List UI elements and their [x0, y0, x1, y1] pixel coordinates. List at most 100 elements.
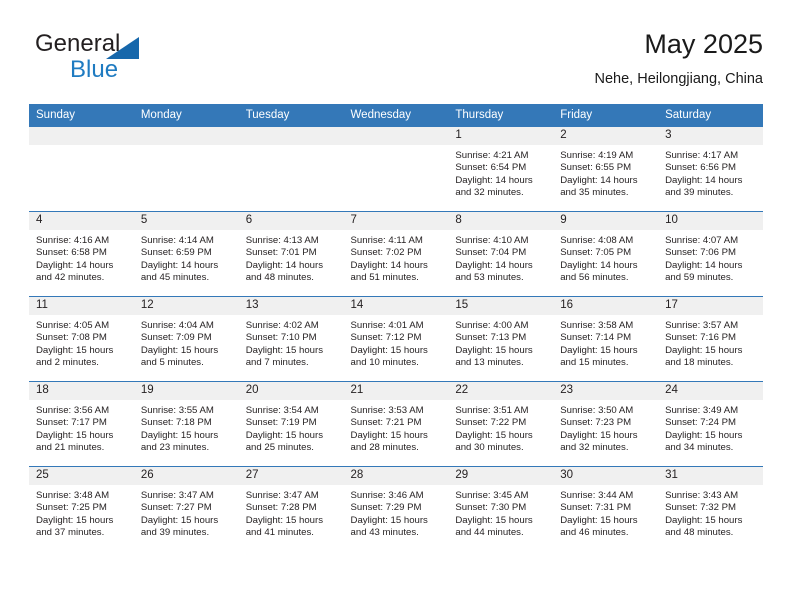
sunrise-text: Sunrise: 3:54 AM — [245, 405, 319, 416]
daylight-text: Daylight: 14 hours and 42 minutes. — [36, 259, 114, 284]
calendar-day-cell[interactable]: 23 Sunrise: 3:50 AM Sunset: 7:23 PM Dayligh… — [553, 381, 659, 467]
daylight-text: Daylight: 15 hours and 34 minutes. — [665, 429, 743, 454]
sunrise-text: Sunrise: 3:57 AM — [665, 320, 739, 331]
calendar-day-cell[interactable]: 17 Sunrise: 3:57 AM Sunset: 7:16 PM Dayligh… — [658, 296, 763, 382]
calendar-day-cell[interactable]: 22 Sunrise: 3:51 AM Sunset: 7:22 PM Dayligh… — [448, 381, 554, 467]
calendar-day-cell[interactable]: 3 Sunrise: 4:17 AM Sunset: 6:56 PM Daylight… — [658, 126, 763, 212]
calendar-day-cell[interactable]: 31 Sunrise: 3:43 AM Sunset: 7:32 PM Dayligh… — [658, 466, 763, 552]
day-number: 24 — [658, 382, 763, 400]
calendar-empty-cell — [238, 126, 344, 212]
day-details: Sunrise: 4:02 AM Sunset: 7:10 PM Daylight:… — [239, 315, 344, 370]
day-number — [29, 127, 134, 145]
day-number: 18 — [29, 382, 134, 400]
calendar-empty-cell — [133, 126, 239, 212]
daylight-text: Daylight: 15 hours and 41 minutes. — [245, 514, 324, 539]
calendar-day-cell[interactable]: 12 Sunrise: 4:04 AM Sunset: 7:09 PM Dayligh… — [133, 296, 239, 382]
calendar-day-cell[interactable]: 19 Sunrise: 3:55 AM Sunset: 7:18 PM Dayligh… — [133, 381, 239, 467]
calendar-day-cell[interactable]: 27 Sunrise: 3:47 AM Sunset: 7:28 PM Dayligh… — [238, 466, 344, 552]
sunset-text: Sunset: 6:59 PM — [140, 247, 212, 259]
general-blue-logo[interactable]: General Blue — [35, 30, 245, 92]
weekday-header-row: Sunday Monday Tuesday Wednesday Thursday… — [29, 104, 763, 127]
weekday-header-wednesday: Wednesday — [343, 104, 449, 127]
day-details: Sunrise: 3:47 AM Sunset: 7:27 PM Daylight:… — [134, 485, 239, 540]
day-details: Sunrise: 4:07 AM Sunset: 7:06 PM Daylight:… — [658, 230, 763, 285]
calendar-week-row: 18 Sunrise: 3:56 AM Sunset: 7:17 PM Dayligh… — [29, 381, 763, 467]
sunrise-text: Sunrise: 3:51 AM — [455, 405, 529, 416]
day-details: Sunrise: 4:05 AM Sunset: 7:08 PM Daylight:… — [29, 315, 134, 370]
day-number: 27 — [238, 467, 344, 485]
weekday-header-sunday: Sunday — [29, 104, 134, 127]
calendar-day-cell[interactable]: 14 Sunrise: 4:01 AM Sunset: 7:12 PM Dayligh… — [343, 296, 449, 382]
daylight-text: Daylight: 14 hours and 48 minutes. — [245, 259, 324, 284]
day-number: 30 — [553, 467, 659, 485]
sunset-text: Sunset: 6:54 PM — [455, 162, 527, 174]
calendar-day-cell[interactable]: 10 Sunrise: 4:07 AM Sunset: 7:06 PM Dayligh… — [658, 211, 763, 297]
sunrise-text: Sunrise: 4:14 AM — [140, 235, 214, 246]
day-number: 28 — [343, 467, 449, 485]
day-number: 5 — [133, 212, 239, 230]
calendar-day-cell[interactable]: 28 Sunrise: 3:46 AM Sunset: 7:29 PM Dayligh… — [343, 466, 449, 552]
sunset-text: Sunset: 7:01 PM — [245, 247, 317, 259]
sunset-text: Sunset: 7:08 PM — [36, 332, 107, 344]
sunset-text: Sunset: 6:56 PM — [665, 162, 736, 174]
calendar-day-cell[interactable]: 8 Sunrise: 4:10 AM Sunset: 7:04 PM Daylight… — [448, 211, 554, 297]
daylight-text: Daylight: 15 hours and 43 minutes. — [350, 514, 428, 539]
day-details: Sunrise: 3:45 AM Sunset: 7:30 PM Daylight:… — [448, 485, 553, 540]
calendar-day-cell[interactable]: 9 Sunrise: 4:08 AM Sunset: 7:05 PM Daylight… — [553, 211, 659, 297]
day-number: 1 — [448, 127, 554, 145]
page-title: May 2025 — [644, 29, 763, 59]
day-details: Sunrise: 3:44 AM Sunset: 7:31 PM Daylight:… — [553, 485, 658, 540]
day-number: 11 — [29, 297, 134, 315]
calendar-day-cell[interactable]: 21 Sunrise: 3:53 AM Sunset: 7:21 PM Dayligh… — [343, 381, 449, 467]
calendar-day-cell[interactable]: 13 Sunrise: 4:02 AM Sunset: 7:10 PM Dayligh… — [238, 296, 344, 382]
calendar-day-cell[interactable]: 1 Sunrise: 4:21 AM Sunset: 6:54 PM Daylight… — [448, 126, 554, 212]
daylight-text: Daylight: 14 hours and 56 minutes. — [560, 259, 638, 284]
day-details: Sunrise: 3:43 AM Sunset: 7:32 PM Daylight:… — [658, 485, 763, 540]
sunset-text: Sunset: 7:23 PM — [560, 417, 632, 429]
day-details: Sunrise: 3:47 AM Sunset: 7:28 PM Daylight:… — [239, 485, 344, 540]
sunrise-text: Sunrise: 4:11 AM — [350, 235, 423, 246]
calendar-day-cell[interactable]: 30 Sunrise: 3:44 AM Sunset: 7:31 PM Dayligh… — [553, 466, 659, 552]
calendar-day-cell[interactable]: 6 Sunrise: 4:13 AM Sunset: 7:01 PM Daylight… — [238, 211, 344, 297]
calendar-day-cell[interactable]: 29 Sunrise: 3:45 AM Sunset: 7:30 PM Dayligh… — [448, 466, 554, 552]
sunrise-text: Sunrise: 4:16 AM — [36, 235, 110, 246]
day-number — [343, 127, 449, 145]
calendar-day-cell[interactable]: 25 Sunrise: 3:48 AM Sunset: 7:25 PM Dayligh… — [29, 466, 134, 552]
day-details: Sunrise: 4:04 AM Sunset: 7:09 PM Daylight:… — [134, 315, 239, 370]
day-number: 9 — [553, 212, 659, 230]
day-number: 29 — [448, 467, 554, 485]
day-details: Sunrise: 3:53 AM Sunset: 7:21 PM Daylight:… — [344, 400, 449, 455]
sunset-text: Sunset: 7:02 PM — [350, 247, 422, 259]
logo-word-blue: Blue — [70, 56, 119, 83]
page-subtitle: Nehe, Heilongjiang, China — [594, 71, 763, 87]
sunrise-text: Sunrise: 4:02 AM — [245, 320, 319, 331]
sunset-text: Sunset: 7:10 PM — [245, 332, 317, 344]
calendar-day-cell[interactable]: 5 Sunrise: 4:14 AM Sunset: 6:59 PM Daylight… — [133, 211, 239, 297]
sunrise-text: Sunrise: 3:44 AM — [560, 490, 634, 501]
daylight-text: Daylight: 15 hours and 7 minutes. — [245, 344, 324, 369]
calendar-day-cell[interactable]: 11 Sunrise: 4:05 AM Sunset: 7:08 PM Dayligh… — [29, 296, 134, 382]
calendar-day-cell[interactable]: 18 Sunrise: 3:56 AM Sunset: 7:17 PM Dayligh… — [29, 381, 134, 467]
calendar-day-cell[interactable]: 2 Sunrise: 4:19 AM Sunset: 6:55 PM Daylight… — [553, 126, 659, 212]
daylight-text: Daylight: 15 hours and 28 minutes. — [350, 429, 428, 454]
day-number — [238, 127, 344, 145]
calendar-day-cell[interactable]: 15 Sunrise: 4:00 AM Sunset: 7:13 PM Dayligh… — [448, 296, 554, 382]
daylight-text: Daylight: 15 hours and 18 minutes. — [665, 344, 743, 369]
sunrise-text: Sunrise: 4:05 AM — [36, 320, 110, 331]
calendar-day-cell[interactable]: 26 Sunrise: 3:47 AM Sunset: 7:27 PM Dayligh… — [133, 466, 239, 552]
calendar-day-cell[interactable]: 20 Sunrise: 3:54 AM Sunset: 7:19 PM Dayligh… — [238, 381, 344, 467]
calendar-day-cell[interactable]: 4 Sunrise: 4:16 AM Sunset: 6:58 PM Daylight… — [29, 211, 134, 297]
calendar-week-row: 25 Sunrise: 3:48 AM Sunset: 7:25 PM Dayligh… — [29, 466, 763, 552]
day-number: 20 — [238, 382, 344, 400]
calendar-day-cell[interactable]: 24 Sunrise: 3:49 AM Sunset: 7:24 PM Dayligh… — [658, 381, 763, 467]
sunset-text: Sunset: 7:17 PM — [36, 417, 107, 429]
sunset-text: Sunset: 6:58 PM — [36, 247, 107, 259]
sunrise-text: Sunrise: 3:43 AM — [665, 490, 739, 501]
sunset-text: Sunset: 7:22 PM — [455, 417, 527, 429]
daylight-text: Daylight: 15 hours and 23 minutes. — [140, 429, 219, 454]
calendar-day-cell[interactable]: 7 Sunrise: 4:11 AM Sunset: 7:02 PM Daylight… — [343, 211, 449, 297]
daylight-text: Daylight: 14 hours and 53 minutes. — [455, 259, 533, 284]
calendar-day-cell[interactable]: 16 Sunrise: 3:58 AM Sunset: 7:14 PM Dayligh… — [553, 296, 659, 382]
sunset-text: Sunset: 7:06 PM — [665, 247, 736, 259]
sunrise-text: Sunrise: 4:08 AM — [560, 235, 634, 246]
